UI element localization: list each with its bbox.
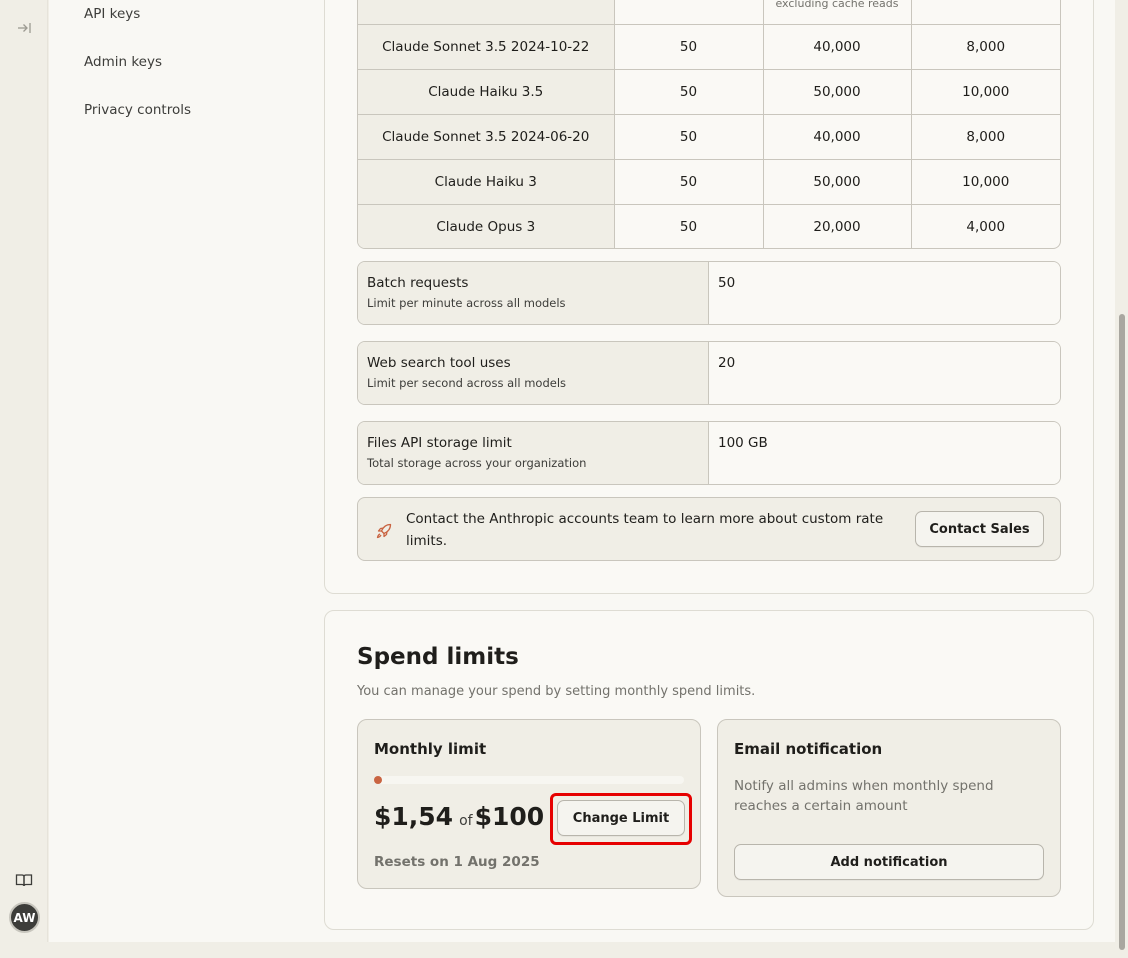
- limit-subtitle: Limit per second across all models: [367, 376, 567, 390]
- limit-title: Batch requests: [367, 275, 469, 291]
- output-tokens-per-minute: 8,000: [910, 24, 1060, 70]
- sidebar-item-privacy-controls[interactable]: Privacy controls: [84, 102, 191, 118]
- rocket-icon: [376, 523, 392, 539]
- section-subtitle: You can manage your spend by setting mon…: [357, 684, 756, 699]
- icon-rail: AW: [0, 0, 48, 942]
- limit-subtitle: Limit per minute across all models: [367, 296, 566, 310]
- table-row: Claude Haiku 3.5 50 50,000 10,000: [358, 69, 1060, 115]
- input-tokens-per-minute: 50,000: [762, 69, 912, 115]
- table-row: Claude Opus 3 50 20,000 4,000: [358, 204, 1060, 248]
- web-search-limit: Web search tool uses Limit per second ac…: [357, 341, 1061, 405]
- requests-per-minute: 50: [613, 204, 764, 248]
- model-rate-table: excluding cache reads Claude Sonnet 3.5 …: [357, 0, 1061, 249]
- spend-amount: $1,54 of $100: [374, 802, 544, 831]
- model-name: Claude Haiku 3: [358, 159, 615, 205]
- add-notification-button[interactable]: Add notification: [734, 844, 1044, 880]
- table-row: Claude Sonnet 3.5 2024-10-22 50 40,000 8…: [358, 24, 1060, 70]
- spend-progress-fill: [374, 776, 382, 784]
- table-header-row: excluding cache reads: [358, 0, 1060, 25]
- table-row: Claude Haiku 3 50 50,000 10,000: [358, 159, 1060, 205]
- limit-subtitle: Total storage across your organization: [367, 456, 587, 470]
- input-tokens-per-minute: 40,000: [762, 114, 912, 160]
- requests-per-minute: 50: [613, 69, 764, 115]
- contact-sales-banner: Contact the Anthropic accounts team to l…: [357, 497, 1061, 561]
- header-note: excluding cache reads: [775, 0, 899, 10]
- requests-per-minute: 50: [613, 159, 764, 205]
- book-open-icon[interactable]: [15, 872, 33, 888]
- limit-title: Files API storage limit: [367, 435, 512, 451]
- sidebar-item-admin-keys[interactable]: Admin keys: [84, 54, 162, 70]
- reset-date: Resets on 1 Aug 2025: [374, 854, 540, 870]
- section-title: Spend limits: [357, 644, 519, 670]
- files-storage-limit: Files API storage limit Total storage ac…: [357, 421, 1061, 485]
- panel-title: Email notification: [734, 740, 883, 758]
- bottom-strip: [0, 942, 1116, 958]
- spend-limit-amount: $100: [474, 802, 545, 831]
- model-name: Claude Haiku 3.5: [358, 69, 615, 115]
- email-notification-panel: Email notification Notify all admins whe…: [717, 719, 1061, 897]
- change-limit-button[interactable]: Change Limit: [557, 800, 685, 836]
- output-tokens-per-minute: 8,000: [910, 114, 1060, 160]
- table-row: Claude Sonnet 3.5 2024-06-20 50 40,000 8…: [358, 114, 1060, 160]
- output-tokens-per-minute: 4,000: [910, 204, 1060, 248]
- model-name: Claude Sonnet 3.5 2024-10-22: [358, 24, 615, 70]
- expand-sidebar-icon[interactable]: [16, 20, 32, 36]
- spend-progress-bar: [374, 776, 684, 784]
- limit-title: Web search tool uses: [367, 355, 511, 371]
- input-tokens-per-minute: 40,000: [762, 24, 912, 70]
- limit-value: 100 GB: [709, 422, 1060, 484]
- settings-sidebar: API keys Admin keys Privacy controls: [49, 0, 309, 942]
- user-avatar[interactable]: AW: [9, 902, 40, 933]
- monthly-limit-panel: Monthly limit $1,54 of $100 Change Limit…: [357, 719, 701, 889]
- batch-requests-limit: Batch requests Limit per minute across a…: [357, 261, 1061, 325]
- input-tokens-per-minute: 20,000: [762, 204, 912, 248]
- panel-title: Monthly limit: [374, 740, 487, 758]
- requests-per-minute: 50: [613, 114, 764, 160]
- input-tokens-per-minute: 50,000: [762, 159, 912, 205]
- limit-value: 20: [709, 342, 1060, 404]
- output-tokens-per-minute: 10,000: [910, 69, 1060, 115]
- contact-message: Contact the Anthropic accounts team to l…: [406, 511, 884, 549]
- current-spend: $1,54: [374, 802, 454, 831]
- limit-value: 50: [709, 262, 1060, 324]
- sidebar-item-api-keys[interactable]: API keys: [84, 6, 140, 22]
- model-name: Claude Sonnet 3.5 2024-06-20: [358, 114, 615, 160]
- email-description: Notify all admins when monthly spend rea…: [734, 778, 994, 814]
- output-tokens-per-minute: 10,000: [910, 159, 1060, 205]
- requests-per-minute: 50: [613, 24, 764, 70]
- limit-label: Files API storage limit Total storage ac…: [358, 422, 709, 484]
- limit-label: Batch requests Limit per minute across a…: [358, 262, 709, 324]
- limit-label: Web search tool uses Limit per second ac…: [358, 342, 709, 404]
- of-label: of: [459, 813, 473, 829]
- model-name: Claude Opus 3: [358, 204, 615, 248]
- scrollbar-thumb[interactable]: [1119, 314, 1125, 950]
- contact-sales-button[interactable]: Contact Sales: [915, 511, 1044, 547]
